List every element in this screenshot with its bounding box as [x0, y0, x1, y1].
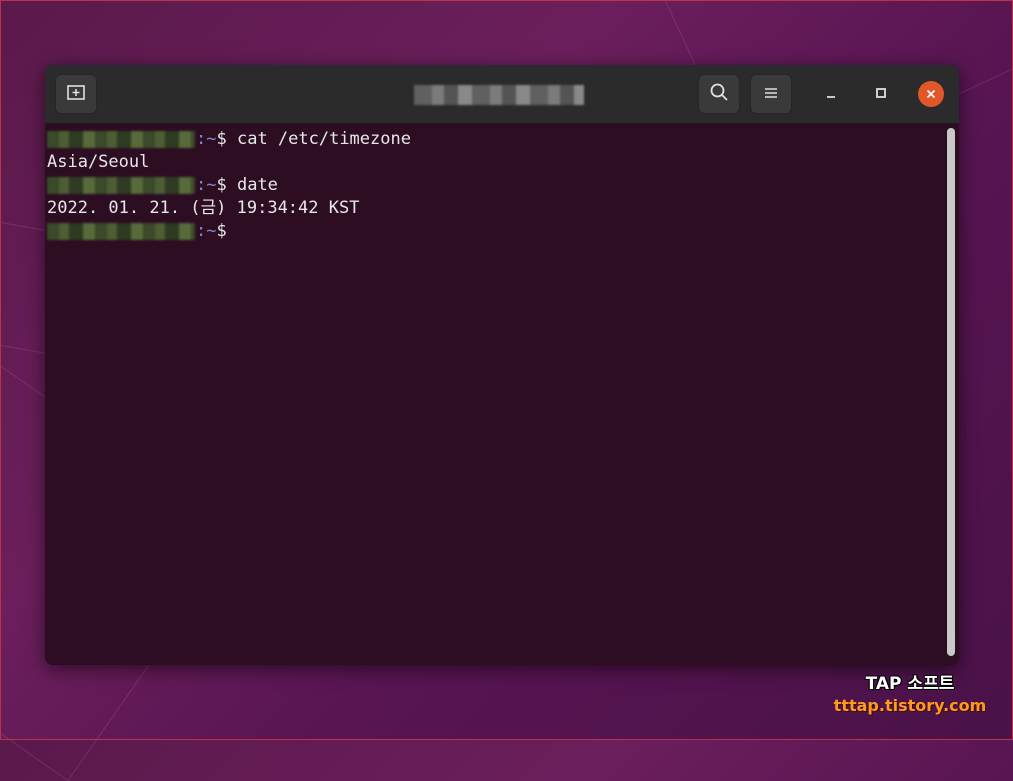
prompt-symbol: $: [216, 221, 227, 241]
window-title-redacted: [414, 85, 584, 105]
command-text: date: [226, 175, 278, 195]
username-redacted: [47, 131, 195, 148]
terminal-line-prompt: :~ $ cat /etc/timezone: [47, 128, 937, 151]
prompt-path: :~: [196, 221, 217, 241]
username-redacted: [47, 223, 195, 240]
watermark-url: tttap.tistory.com: [833, 696, 987, 715]
hamburger-menu-icon: [763, 85, 779, 104]
search-button[interactable]: [698, 74, 740, 114]
close-icon: [925, 85, 937, 104]
username-redacted: [47, 177, 195, 194]
output-text: Asia/Seoul: [47, 152, 150, 172]
menu-button[interactable]: [750, 74, 792, 114]
output-text: 2022. 01. 21. (금) 19:34:42 KST: [47, 198, 360, 218]
minimize-icon: [824, 85, 838, 104]
close-button[interactable]: [918, 81, 944, 107]
terminal-line-prompt: :~ $ date: [47, 174, 937, 197]
watermark: TAP 소프트 tttap.tistory.com: [830, 674, 990, 716]
terminal-line-prompt: :~ $: [47, 220, 937, 243]
prompt-path: :~: [196, 129, 217, 149]
minimize-button[interactable]: [818, 81, 844, 107]
command-text: cat /etc/timezone: [226, 129, 411, 149]
new-tab-icon: [66, 83, 86, 105]
terminal-line-output: Asia/Seoul: [47, 151, 937, 174]
prompt-symbol: $: [216, 175, 227, 195]
terminal-line-output: 2022. 01. 21. (금) 19:34:42 KST: [47, 197, 937, 220]
maximize-icon: [874, 85, 888, 104]
watermark-title: TAP 소프트: [865, 674, 955, 694]
prompt-symbol: $: [216, 129, 227, 149]
prompt-path: :~: [196, 175, 217, 195]
new-tab-button[interactable]: [55, 74, 97, 114]
terminal-window: :~ $ cat /etc/timezone Asia/Seoul :~ $ dat…: [45, 65, 959, 665]
header-bar[interactable]: [45, 65, 959, 124]
search-icon: [709, 82, 729, 106]
terminal-output[interactable]: :~ $ cat /etc/timezone Asia/Seoul :~ $ dat…: [47, 128, 937, 663]
maximize-button[interactable]: [868, 81, 894, 107]
scrollbar[interactable]: [947, 128, 955, 656]
